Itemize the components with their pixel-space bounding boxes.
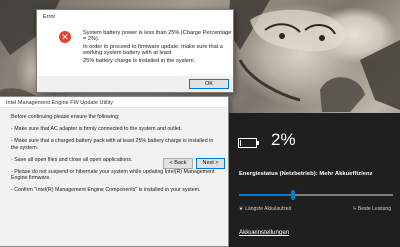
ok-button[interactable]: OK [189,79,229,89]
battery-settings-link[interactable]: Akkueinstellungen [239,229,289,236]
leaf-icon: ❦ [239,206,244,212]
best-performance-label: ϟ Beste Leistung [353,206,391,212]
me-dialog-content: Before continuing please ensure the foll… [0,108,218,194]
energy-status: Energiestatus (Netzbetrieb): Mehr Akkuef… [239,171,373,177]
error-line-1: System battery power is less than 25% (C… [83,30,232,43]
me-intro: Before continuing please ensure the foll… [11,114,120,120]
error-dialog: Error ✕ System battery power is less tha… [36,9,234,93]
error-x-icon: ✕ [59,31,71,43]
battery-percent: 2% [271,130,296,149]
left-label-text: Längste Akkulaufzeit [245,206,292,212]
battery-flyout: 2% Energiestatus (Netzbetrieb): Mehr Akk… [229,113,400,247]
battery-icon [238,138,259,148]
me-item-battery: - Make sure that a charged battery pack … [11,138,214,151]
slider-thumb[interactable] [291,190,295,200]
error-dialog-title: Error [37,10,233,26]
bolt-icon: ϟ [353,206,356,212]
back-button[interactable]: < Back [163,158,193,169]
error-dialog-footer: OK [37,76,233,92]
me-dialog-title: Intel Management Engine FW Update Utilit… [0,97,228,108]
me-item-confirm-components: - Confirm "Intel(R) Management Engine Co… [11,187,201,194]
power-mode-slider[interactable] [239,190,393,200]
me-item-no-suspend: - Please do not suspend or hibernate you… [11,169,215,182]
slider-fill [239,194,293,196]
error-message: System battery power is less than 25% (C… [83,30,233,65]
error-line-2: In order to proceed to firmware update, … [83,43,223,57]
error-line-3: 25% battery charge is installed in the s… [83,57,196,64]
battery-level-fill [240,140,241,146]
longest-battery-label: ❦ Längste Akkulaufzeit [239,206,291,212]
next-button[interactable]: Next > [196,158,225,169]
me-item-ac-adapter: - Make sure that AC adapter is firmly co… [11,126,182,133]
right-label-text: Beste Leistung [357,206,391,212]
me-update-dialog: Intel Management Engine FW Update Utilit… [0,96,229,247]
